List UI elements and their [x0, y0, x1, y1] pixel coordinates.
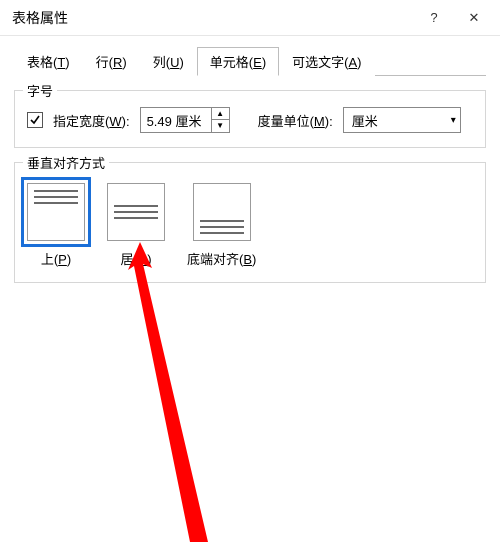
tab-alt-text[interactable]: 可选文字(A): [279, 47, 374, 76]
annotation-arrow-icon: [128, 242, 308, 542]
align-bottom-label: 底端对齐(B): [187, 249, 256, 268]
specify-width-label: 指定宽度(W):: [53, 111, 130, 130]
size-group: 字号 指定宽度(W): ▲ ▼ 度量单位(M): 厘米 ▾: [14, 90, 486, 148]
measure-unit-value: 厘米: [352, 111, 378, 130]
vertical-align-legend: 垂直对齐方式: [23, 153, 109, 172]
size-legend: 字号: [23, 81, 57, 100]
width-spinner[interactable]: ▲ ▼: [140, 107, 230, 133]
specify-width-checkbox[interactable]: [27, 112, 43, 128]
tab-cell[interactable]: 单元格(E): [197, 47, 279, 76]
align-top-option[interactable]: [27, 183, 85, 241]
close-button[interactable]: ✕: [454, 2, 494, 34]
vertical-align-group: 垂直对齐方式 上(P) 居(C): [14, 162, 486, 283]
align-center-option[interactable]: [107, 183, 165, 241]
width-input[interactable]: [141, 109, 211, 131]
spin-up-button[interactable]: ▲: [212, 108, 229, 120]
measure-unit-label: 度量单位(M):: [258, 111, 333, 130]
chevron-down-icon: ▾: [451, 115, 456, 126]
tab-column[interactable]: 列(U): [140, 47, 197, 76]
dialog-title: 表格属性: [12, 8, 414, 28]
help-button[interactable]: ?: [414, 2, 454, 34]
titlebar: 表格属性 ? ✕: [0, 0, 500, 36]
measure-unit-select[interactable]: 厘米 ▾: [343, 107, 461, 133]
align-bottom-option[interactable]: [193, 183, 251, 241]
tab-table[interactable]: 表格(T): [14, 47, 83, 76]
align-center-label: 居(C): [120, 249, 151, 268]
align-top-label: 上(P): [41, 249, 71, 268]
spin-down-button[interactable]: ▼: [212, 120, 229, 132]
check-icon: [29, 114, 41, 126]
tab-row[interactable]: 行(R): [83, 47, 140, 76]
tabstrip: 表格(T) 行(R) 列(U) 单元格(E) 可选文字(A): [14, 46, 486, 76]
